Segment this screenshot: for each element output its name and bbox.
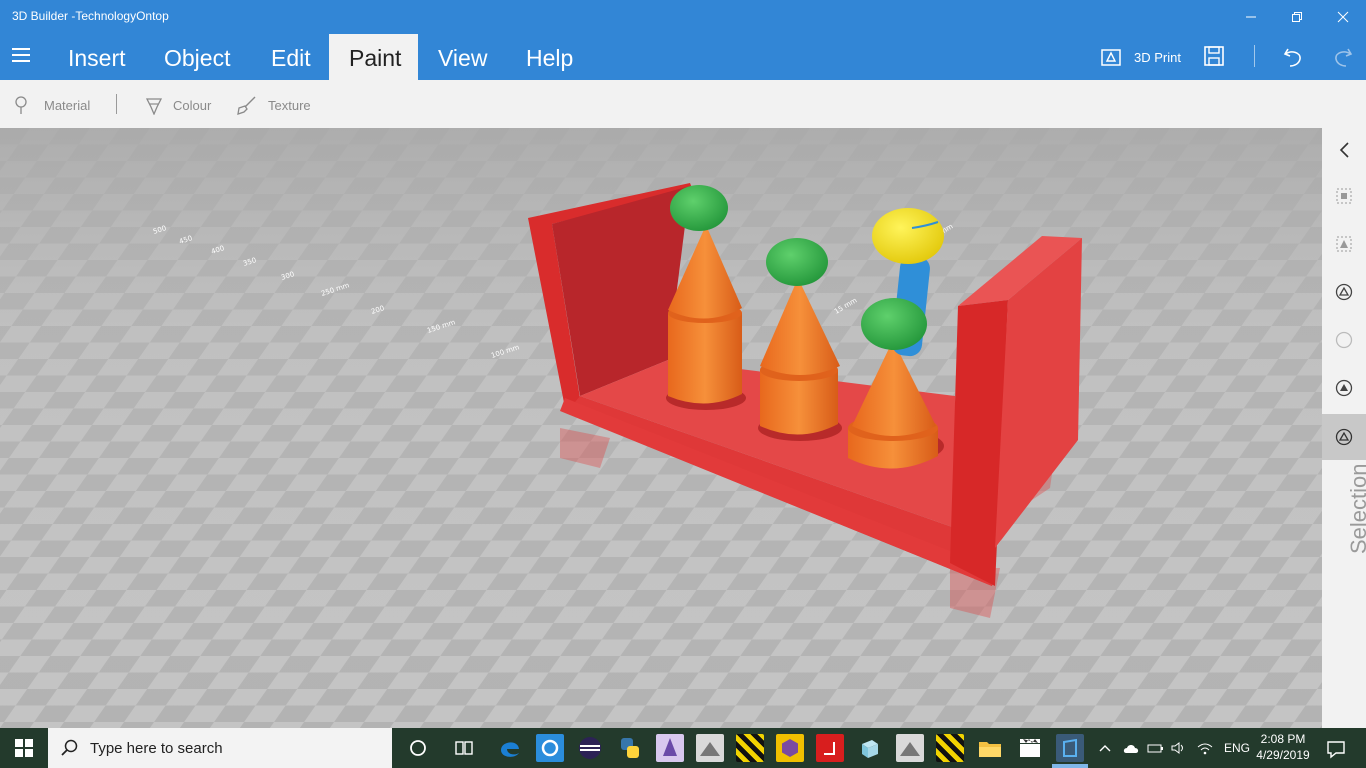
selection-panel	[1322, 128, 1366, 728]
close-button[interactable]	[1320, 0, 1366, 34]
language-indicator[interactable]: ENG	[1224, 741, 1250, 755]
chevron-left-icon	[1339, 142, 1349, 158]
app-icon-gray-1[interactable]	[696, 734, 724, 762]
3d-print-button[interactable]: 3D Print	[1100, 44, 1181, 70]
edge-browser-icon[interactable]	[496, 734, 524, 762]
search-placeholder: Type here to search	[90, 739, 223, 757]
app-icon-blue[interactable]	[536, 734, 564, 762]
colour-button[interactable]: Colour	[145, 94, 211, 116]
window-title: 3D Builder -TechnologyOntop	[12, 9, 169, 23]
colour-label: Colour	[173, 97, 212, 113]
active-app-indicator	[1052, 764, 1088, 768]
select-vertex-button[interactable]	[1322, 318, 1366, 362]
toolbar-divider	[1254, 45, 1255, 67]
volume-icon[interactable]	[1170, 741, 1188, 755]
texture-label: Texture	[268, 97, 311, 113]
battery-icon[interactable]	[1146, 741, 1164, 755]
windows-logo-icon	[15, 739, 33, 757]
selection-mode-label: Selection	[1324, 462, 1366, 562]
file-explorer-icon[interactable]	[976, 734, 1004, 762]
tab-object[interactable]: Object	[144, 34, 250, 80]
eclipse-icon[interactable]	[576, 734, 604, 762]
material-button[interactable]: Material	[14, 94, 90, 116]
select-triangle-button[interactable]	[1322, 414, 1366, 460]
redo-icon[interactable]	[1330, 45, 1354, 69]
cortana-icon[interactable]	[404, 734, 432, 762]
python-icon[interactable]	[616, 734, 644, 762]
3d-print-label: 3D Print	[1134, 49, 1181, 65]
app-icon-hazard-2[interactable]	[936, 734, 964, 762]
action-center-icon[interactable]	[1322, 734, 1350, 762]
menu-bar: Insert Object Edit Paint View Help 3D Pr…	[0, 34, 1366, 80]
tab-insert[interactable]: Insert	[48, 34, 146, 80]
app-icon-hazard-1[interactable]	[736, 734, 764, 762]
onedrive-cloud-icon[interactable]	[1122, 741, 1140, 755]
texture-button[interactable]: Texture	[236, 94, 311, 116]
select-object-button[interactable]	[1322, 174, 1366, 218]
app-icon-red[interactable]	[816, 734, 844, 762]
windows-start-button[interactable]	[0, 728, 48, 768]
app-icon-purple[interactable]	[656, 734, 684, 762]
collapse-panel-button[interactable]	[1322, 128, 1366, 172]
texture-brush-icon	[237, 96, 256, 115]
3d-builder-taskbar-icon[interactable]	[1056, 734, 1084, 762]
scene-canvas[interactable]: 100 mm 150 mm 200 250 mm 300 350 400 450…	[0, 128, 1322, 728]
material-label: Material	[44, 97, 91, 113]
tab-paint[interactable]: Paint	[329, 34, 418, 80]
tab-view[interactable]: View	[418, 34, 507, 80]
tab-edit[interactable]: Edit	[251, 34, 331, 80]
select-group-icon	[1335, 379, 1353, 397]
hamburger-menu-icon[interactable]	[12, 48, 30, 62]
material-drop-icon	[15, 96, 27, 114]
select-triangle-icon	[1335, 428, 1353, 446]
select-face-button[interactable]	[1322, 222, 1366, 266]
select-group-button[interactable]	[1322, 366, 1366, 410]
select-edge-button[interactable]	[1322, 270, 1366, 314]
select-face-icon	[1336, 236, 1352, 252]
save-icon[interactable]	[1203, 45, 1227, 69]
app-icon-hexagon[interactable]	[776, 734, 804, 762]
paint-toolbar: Material Colour Texture	[0, 80, 1366, 128]
maximize-button[interactable]	[1274, 0, 1320, 34]
clock-time: 2:08 PM	[1260, 732, 1306, 746]
app-icon-gray-2[interactable]	[896, 734, 924, 762]
clock-date: 4/29/2019	[1256, 748, 1310, 762]
taskbar-clock[interactable]: 2:08 PM 4/29/2019	[1252, 731, 1314, 763]
video-editor-icon[interactable]	[1016, 734, 1044, 762]
paint-bucket-icon	[145, 98, 163, 115]
select-vertex-icon	[1335, 331, 1353, 349]
chevron-up-icon[interactable]	[1098, 742, 1112, 754]
select-edge-icon	[1335, 283, 1353, 301]
undo-icon[interactable]	[1282, 45, 1306, 69]
select-object-icon	[1336, 188, 1352, 204]
app-icon-cube[interactable]	[856, 734, 884, 762]
selection-label-text: Selection	[1346, 463, 1366, 554]
tab-help[interactable]: Help	[506, 34, 593, 80]
system-tray: ENG	[1098, 728, 1250, 768]
3d-viewport[interactable]: 100 mm 150 mm 200 250 mm 300 350 400 450…	[0, 128, 1322, 728]
minimize-button[interactable]	[1228, 0, 1274, 34]
search-icon	[61, 739, 78, 756]
title-bar: 3D Builder -TechnologyOntop	[0, 0, 1366, 34]
taskbar-search-input[interactable]: Type here to search	[48, 728, 392, 768]
wifi-icon[interactable]	[1196, 741, 1214, 755]
taskbar: Type here to search ENG 2:08 PM 4/29/201…	[0, 728, 1366, 768]
task-view-icon[interactable]	[450, 734, 478, 762]
paint-toolbar-divider	[116, 94, 117, 114]
printer-3d-icon	[1101, 49, 1121, 66]
